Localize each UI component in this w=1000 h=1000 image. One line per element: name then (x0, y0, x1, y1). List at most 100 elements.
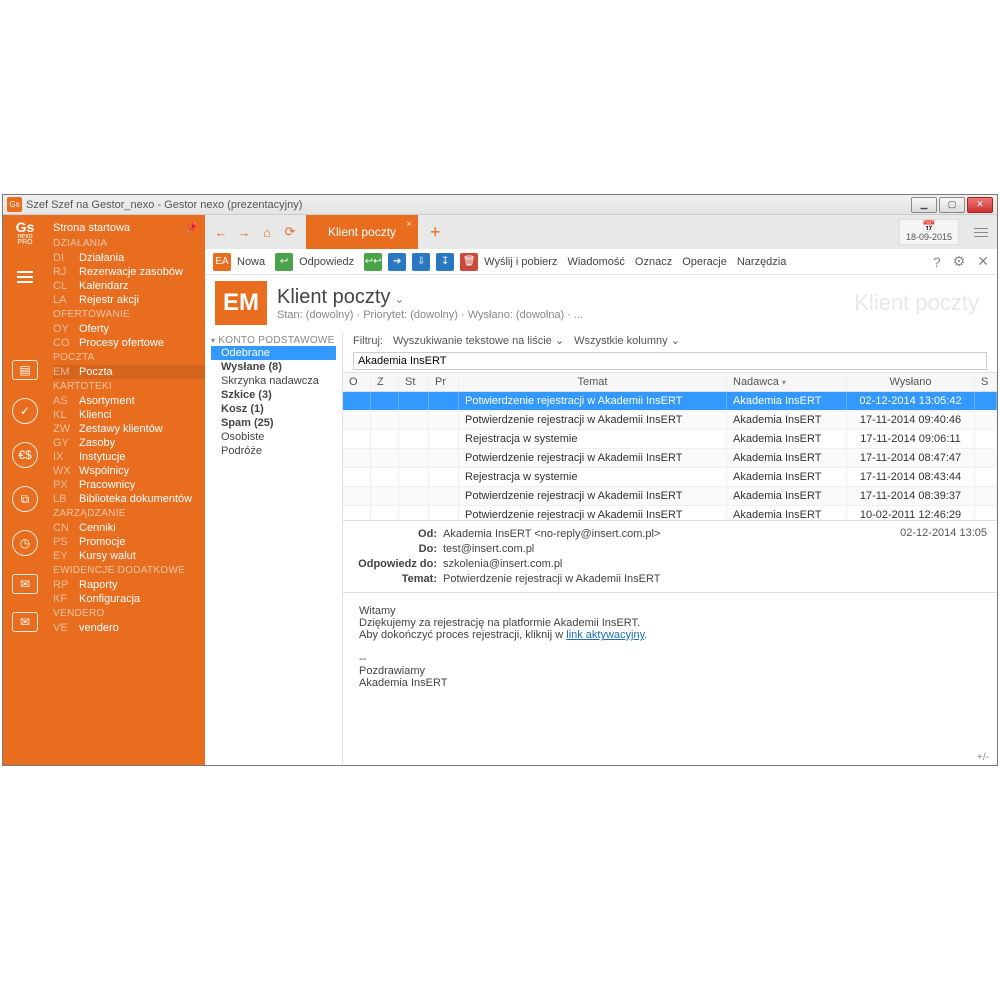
folder-item[interactable]: Odebrane (211, 346, 336, 360)
product-logo: Gs nexo PRO (16, 221, 35, 246)
preview-toggle[interactable]: +/- (343, 752, 997, 765)
nav-item[interactable]: IXInstytucje (53, 450, 205, 464)
nav-item[interactable]: RJRezerwacje zasobów (53, 265, 205, 279)
chevron-down-icon: ⌄ (394, 292, 404, 306)
nav-item[interactable]: LARejestr akcji (53, 293, 205, 307)
folder-item[interactable]: Skrzynka nadawcza (211, 374, 336, 388)
reply-all-icon[interactable]: ↩↩ (364, 253, 382, 271)
menu-icon[interactable] (15, 270, 35, 284)
col-s[interactable]: S (975, 373, 997, 391)
page-title[interactable]: Klient poczty⌄ (277, 286, 583, 309)
rail-icon-currency[interactable]: €$ (12, 442, 38, 468)
folder-item[interactable]: Podróże (211, 444, 336, 458)
nav-item[interactable]: PSPromocje (53, 535, 205, 549)
grid-header[interactable]: O Z St Pr Temat Nadawca▾ Wysłano S (343, 372, 997, 392)
folder-item[interactable]: Wysłane (8) (211, 360, 336, 374)
menu-button[interactable] (971, 228, 991, 237)
tab-close-icon[interactable]: × (406, 219, 412, 230)
date-widget[interactable]: 📅 18-09-2015 (899, 219, 959, 245)
folder-item[interactable]: Kosz (1) (211, 402, 336, 416)
nav-home[interactable]: Strona startowa (53, 222, 130, 234)
titlebar[interactable]: Gs Szef Szef na Gestor_nexo - Gestor nex… (3, 195, 997, 215)
new-tab-button[interactable]: + (424, 222, 447, 243)
nav-home-icon[interactable]: ⌂ (257, 222, 277, 242)
nav-item[interactable]: ZWZestawy klientów (53, 422, 205, 436)
rail-icon-calendar[interactable]: ⧉ (12, 486, 38, 512)
panel-close-icon[interactable]: ✕ (977, 253, 989, 270)
folder-item[interactable]: Spam (25) (211, 416, 336, 430)
col-pr[interactable]: Pr (429, 373, 459, 391)
rail-icon-card[interactable]: ▤ (12, 360, 38, 380)
new-button[interactable]: Nowa (237, 256, 269, 268)
nav-item[interactable]: EYKursy walut (53, 549, 205, 563)
reply-icon[interactable]: ↩ (275, 253, 293, 271)
table-row[interactable]: Potwierdzenie rejestracji w Akademii Ins… (343, 506, 997, 520)
rail-icon-check[interactable]: ✓ (12, 398, 38, 424)
app-window: Gs Szef Szef na Gestor_nexo - Gestor nex… (2, 194, 998, 766)
forward-icon[interactable]: ➔ (388, 253, 406, 271)
table-row[interactable]: Potwierdzenie rejestracji w Akademii Ins… (343, 449, 997, 468)
nav-item[interactable]: OYOferty (53, 322, 205, 336)
nav-item[interactable]: COProcesy ofertowe (53, 336, 205, 350)
table-row[interactable]: Potwierdzenie rejestracji w Akademii Ins… (343, 411, 997, 430)
activation-link[interactable]: link aktywacyjny (566, 629, 644, 641)
send-receive-button[interactable]: Wyślij i pobierz (484, 256, 561, 268)
mark-menu[interactable]: Oznacz (635, 256, 676, 268)
reply-button[interactable]: Odpowiedz (299, 256, 358, 268)
rail-icon-mail-open[interactable]: ✉ (12, 574, 38, 594)
nav-refresh-icon[interactable]: ⟳ (280, 222, 300, 242)
col-o[interactable]: O (343, 373, 371, 391)
help-icon[interactable]: ? (933, 254, 941, 270)
col-subject[interactable]: Temat (459, 373, 727, 391)
nav-forward-icon[interactable]: → (234, 222, 254, 242)
maximize-button[interactable]: ▢ (939, 197, 965, 213)
page-ghost-title: Klient poczty (854, 290, 987, 316)
folder-item[interactable]: Szkice (3) (211, 388, 336, 402)
filter-columns[interactable]: Wszystkie kolumny ⌄ (574, 334, 680, 347)
table-row[interactable]: Potwierdzenie rejestracji w Akademii Ins… (343, 487, 997, 506)
col-z[interactable]: Z (371, 373, 399, 391)
module-badge: EM (215, 281, 267, 325)
nav-item[interactable]: EMPoczta (53, 365, 205, 379)
nav-item[interactable]: LBBiblioteka dokumentów (53, 492, 205, 506)
message-menu[interactable]: Wiadomość (567, 256, 628, 268)
move-icon[interactable]: ↧ (436, 253, 454, 271)
col-sender[interactable]: Nadawca▾ (727, 373, 847, 391)
nav-item[interactable]: RPRaporty (53, 578, 205, 592)
nav-back-icon[interactable]: ← (211, 222, 231, 242)
pin-icon[interactable]: 📌 (185, 221, 199, 234)
minimize-button[interactable]: ▁ (911, 197, 937, 213)
nav-item[interactable]: CLKalendarz (53, 279, 205, 293)
folder-item[interactable]: Osobiste (211, 430, 336, 444)
table-row[interactable]: Potwierdzenie rejestracji w Akademii Ins… (343, 392, 997, 411)
nav-sidebar: Strona startowa 📌 DZIAŁANIADIDziałaniaRJ… (47, 215, 205, 765)
nav-item[interactable]: VEvendero (53, 621, 205, 635)
search-input[interactable] (353, 352, 987, 370)
nav-item[interactable]: CNCenniki (53, 521, 205, 535)
tab-active[interactable]: Klient poczty × (306, 215, 418, 249)
nav-group-header: KARTOTEKI (53, 379, 205, 394)
nav-item[interactable]: DIDziałania (53, 251, 205, 265)
close-button[interactable]: ✕ (967, 197, 993, 213)
col-sent[interactable]: Wysłano (847, 373, 975, 391)
filter-search-mode[interactable]: Wyszukiwanie tekstowe na liście ⌄ (393, 334, 564, 347)
nav-item[interactable]: PXPracownicy (53, 478, 205, 492)
settings-icon[interactable]: ⚙ (953, 253, 966, 270)
tools-menu[interactable]: Narzędzia (737, 256, 791, 268)
rail-icon-timer[interactable]: ◷ (12, 530, 38, 556)
delete-icon[interactable]: 🗑 (460, 253, 478, 271)
table-row[interactable]: Rejestracja w systemieAkademia InsERT17-… (343, 468, 997, 487)
new-mail-icon[interactable]: EA (213, 253, 231, 271)
nav-item[interactable]: KLKlienci (53, 408, 205, 422)
nav-item[interactable]: GYZasoby (53, 436, 205, 450)
table-row[interactable]: Rejestracja w systemieAkademia InsERT17-… (343, 430, 997, 449)
archive-icon[interactable]: ⇩ (412, 253, 430, 271)
operations-menu[interactable]: Operacje (682, 256, 731, 268)
col-st[interactable]: St (399, 373, 429, 391)
nav-item[interactable]: ASAsortyment (53, 394, 205, 408)
nav-group-header: EWIDENCJE DODATKOWE (53, 563, 205, 578)
nav-item[interactable]: KFKonfiguracja (53, 592, 205, 606)
rail-icon-mail[interactable]: ✉ (12, 612, 38, 632)
account-label[interactable]: KONTO PODSTAWOWE (211, 335, 336, 346)
nav-item[interactable]: WXWspólnicy (53, 464, 205, 478)
